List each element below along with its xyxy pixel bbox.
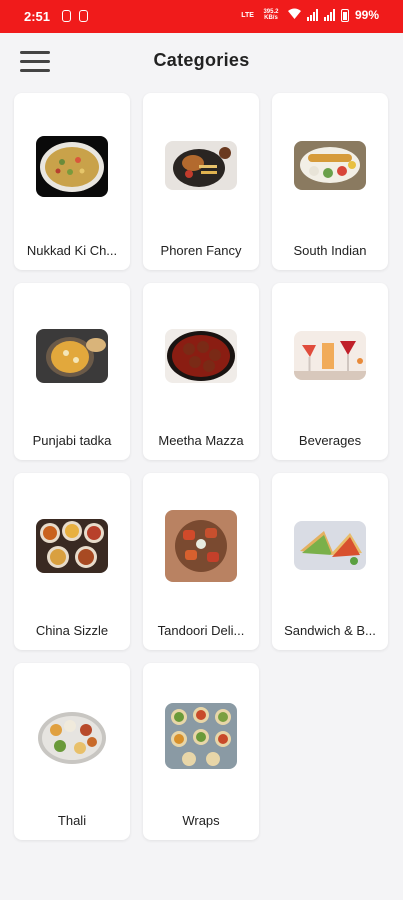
page-title: Categories [153, 50, 250, 70]
network-speed: 395.2 KB/s [263, 9, 279, 21]
category-label: Phoren Fancy [160, 243, 242, 258]
notification-icon [79, 10, 88, 22]
network-type: LTE [241, 11, 254, 19]
meetha-mazza-food-image [165, 329, 237, 383]
status-time: 2:51 [24, 9, 51, 24]
china-sizzle-food-image [36, 519, 108, 573]
wifi-icon [287, 8, 301, 22]
category-label: Thali [57, 813, 87, 828]
thali-food-image [36, 706, 108, 767]
category-card[interactable]: Punjabi tadka [14, 283, 130, 460]
notification-icon [62, 10, 71, 22]
category-label: China Sizzle [35, 623, 109, 638]
battery-percent: 99% [354, 8, 379, 22]
signal-icon-2 [323, 9, 335, 21]
status-bar: 2:51 LTE 395.2 KB/s 99% [0, 0, 403, 33]
category-card[interactable]: Tandoori Deli... [143, 473, 259, 650]
punjabi-tadka-food-image [36, 329, 108, 383]
category-card[interactable]: Nukkad Ki Ch... [14, 93, 130, 270]
category-card[interactable]: Thali [14, 663, 130, 840]
categories-grid: Nukkad Ki Ch... Phoren Fancy South India… [14, 93, 388, 840]
category-card[interactable]: Wraps [143, 663, 259, 840]
signal-icon [306, 9, 318, 21]
wraps-food-image [165, 703, 237, 769]
status-right: LTE 395.2 KB/s 99% [241, 8, 379, 22]
nukkad-food-image [36, 136, 108, 197]
tandoori-food-image [165, 510, 237, 582]
category-label: Sandwich & B... [284, 623, 376, 638]
category-card[interactable]: Beverages [272, 283, 388, 460]
app-bar: Categories [0, 33, 403, 89]
category-label: Meetha Mazza [158, 433, 244, 448]
category-card[interactable]: Phoren Fancy [143, 93, 259, 270]
category-label: Beverages [298, 433, 362, 448]
category-label: Punjabi tadka [32, 433, 112, 448]
notification-icons [62, 10, 88, 22]
battery-icon [340, 8, 349, 22]
category-card[interactable]: South Indian [272, 93, 388, 270]
category-card[interactable]: Sandwich & B... [272, 473, 388, 650]
category-label: Wraps [182, 813, 220, 828]
category-label: Tandoori Deli... [157, 623, 245, 638]
category-card[interactable]: Meetha Mazza [143, 283, 259, 460]
category-label: South Indian [293, 243, 367, 258]
beverages-image [294, 331, 366, 380]
sandwich-food-image [294, 521, 366, 570]
phoren-fancy-food-image [165, 141, 237, 190]
category-card[interactable]: China Sizzle [14, 473, 130, 650]
south-indian-food-image [294, 141, 366, 190]
category-label: Nukkad Ki Ch... [26, 243, 118, 258]
